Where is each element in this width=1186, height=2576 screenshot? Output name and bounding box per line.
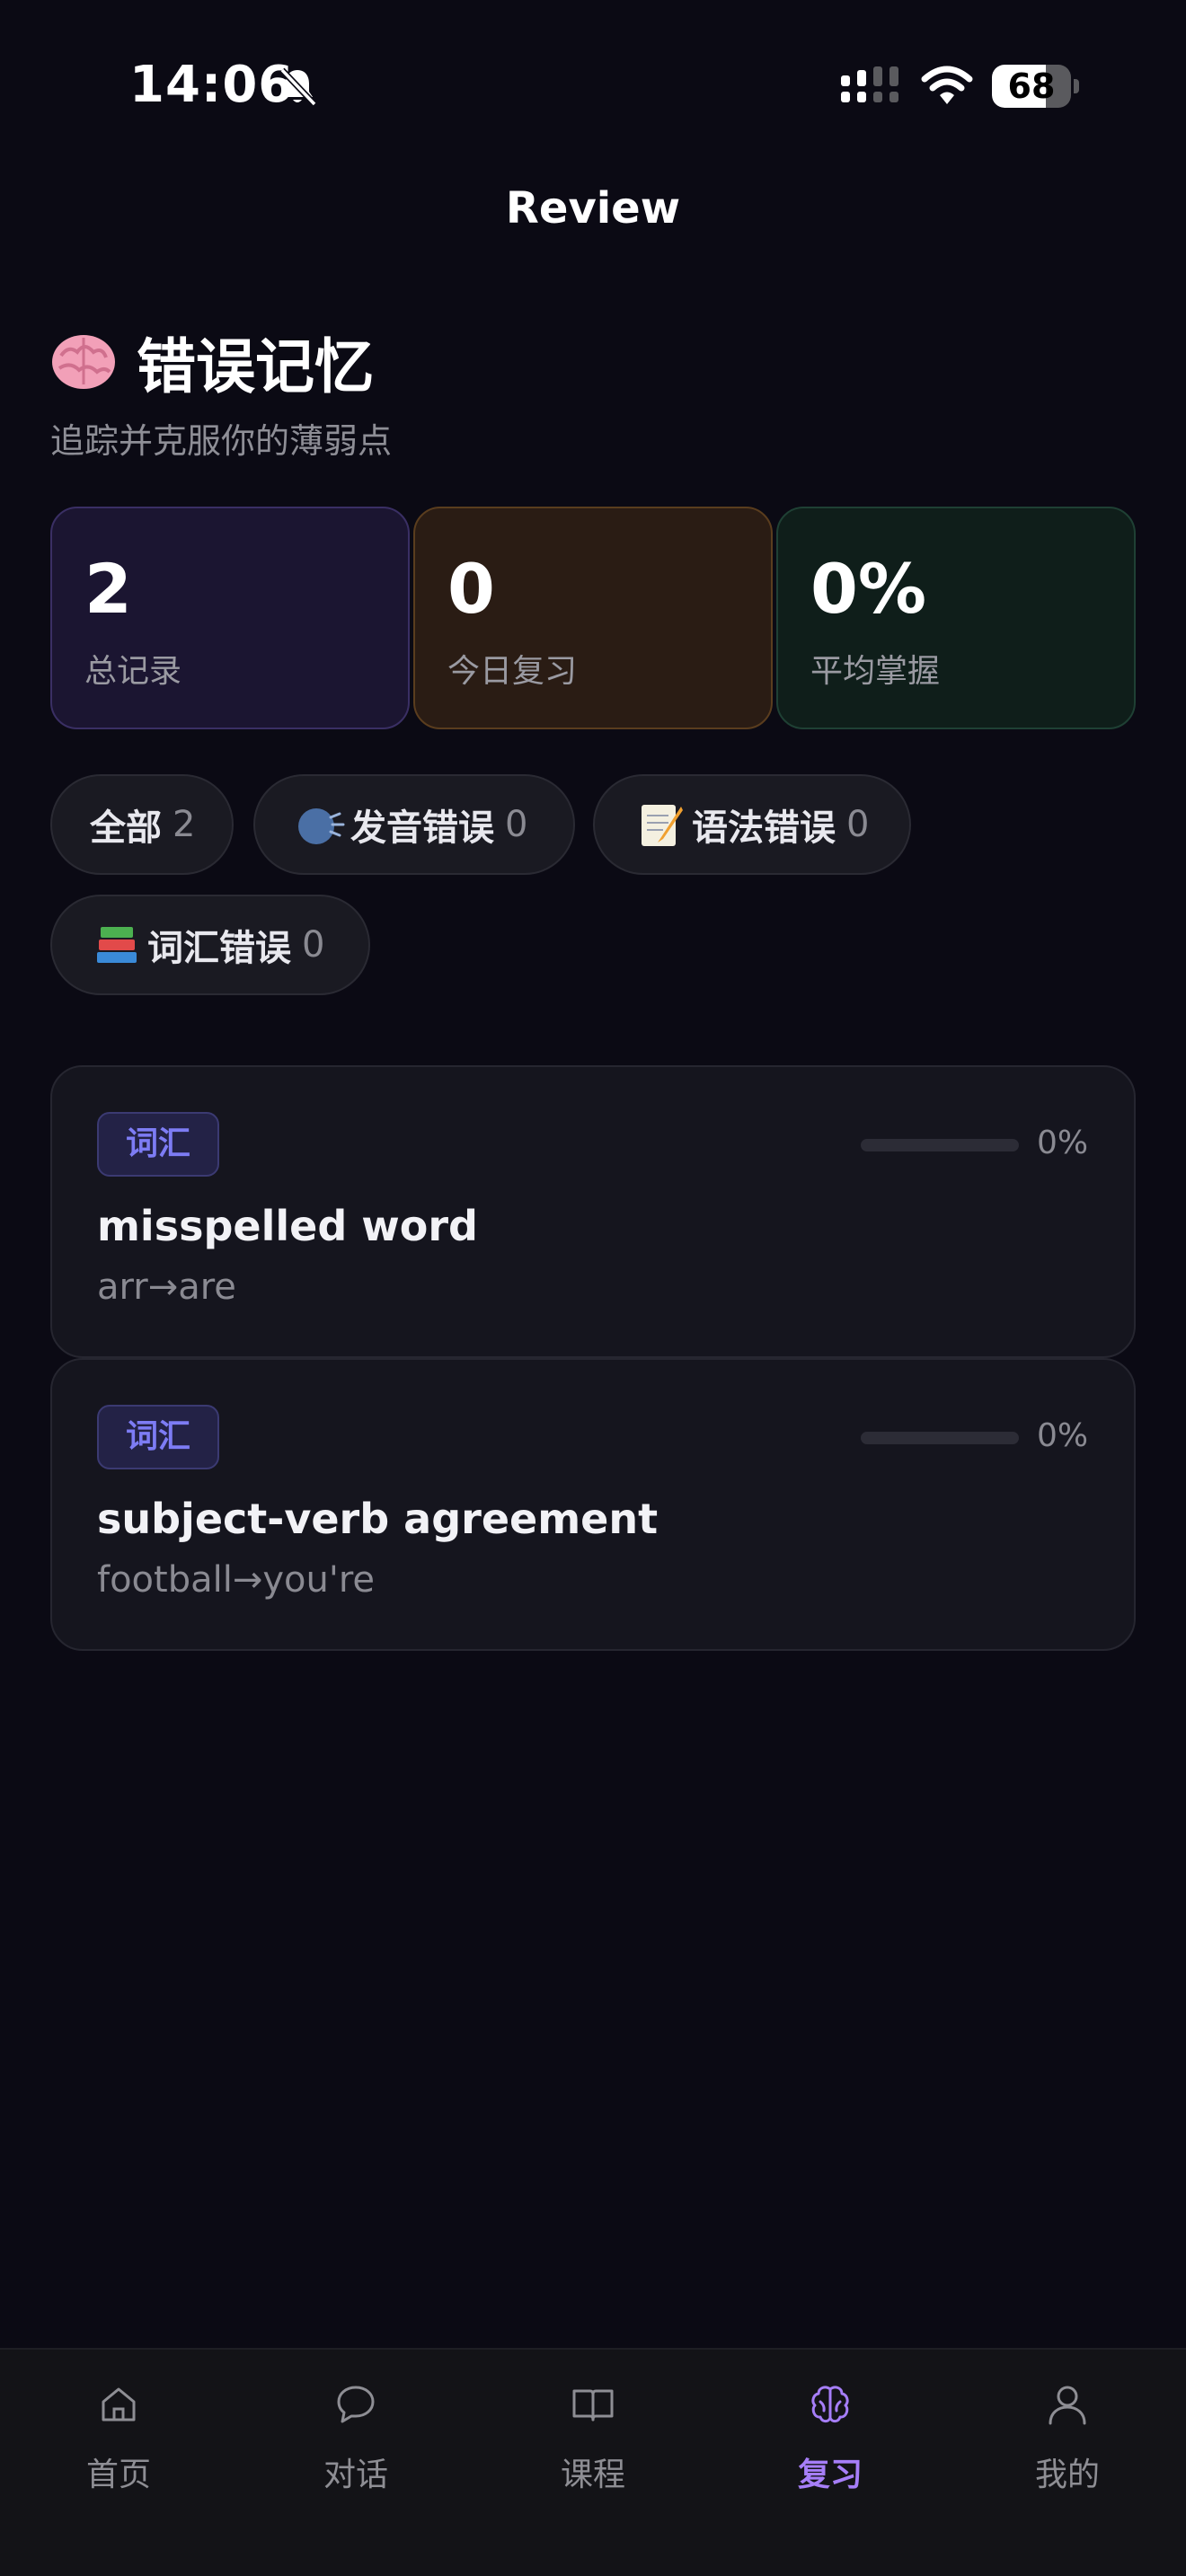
chip-label: 语法错误 (692, 807, 836, 849)
page-subtitle: 追踪并克服你的薄弱点 (50, 421, 393, 461)
chip-count: 0 (505, 804, 528, 845)
category-tag: 词汇 (97, 1112, 219, 1177)
bell-slash-icon (279, 67, 317, 107)
mastery-progress-bar (861, 1432, 1019, 1444)
book-open-icon (572, 2389, 614, 2422)
stat-value: 2 (84, 549, 132, 629)
status-time: 14:06 (129, 56, 295, 114)
chat-bubble-icon (337, 2386, 375, 2423)
stat-value: 0 (447, 549, 495, 629)
chip-count: 2 (173, 804, 196, 845)
home-icon (102, 2387, 136, 2422)
page-title-text: 错误记忆 (137, 332, 374, 401)
record-title: misspelled word (97, 1202, 478, 1250)
books-icon (97, 927, 137, 963)
filter-chip-pronunciation[interactable]: 发音错误 0 (253, 774, 575, 875)
category-tag: 词汇 (97, 1405, 219, 1469)
memo-icon (642, 805, 683, 846)
stat-label: 今日复习 (447, 653, 578, 690)
mastery-percent: 0% (1037, 1125, 1089, 1161)
mistake-record[interactable]: 词汇 0% subject-verb agreement football→yo… (50, 1358, 1136, 1651)
tab-label: 复习 (797, 2457, 863, 2493)
cellular-signal-icon (841, 66, 898, 102)
stat-card-total: 2 总记录 (50, 507, 410, 729)
tab-home[interactable]: 首页 (0, 2350, 237, 2576)
status-bar: 14:06 68 (0, 0, 1186, 171)
filter-chip-all[interactable]: 全部 2 (50, 774, 234, 875)
stat-card-today: 0 今日复习 (413, 507, 773, 729)
battery-level: 68 (1007, 66, 1056, 106)
tab-chat[interactable]: 对话 (237, 2350, 474, 2576)
page-header: 错误记忆 追踪并克服你的薄弱点 (50, 323, 1128, 463)
nav-title: Review (505, 183, 681, 234)
record-detail: arr→are (97, 1266, 236, 1308)
stat-label: 总记录 (84, 653, 182, 690)
stats-row: 2 总记录 0 今日复习 0% 平均掌握 (50, 507, 1136, 729)
stat-label: 平均掌握 (810, 653, 941, 690)
tab-bar: 首页 对话 课程 复习 我的 (0, 2348, 1186, 2576)
tab-profile[interactable]: 我的 (949, 2350, 1186, 2576)
wifi-icon (921, 66, 973, 104)
filter-chip-vocabulary[interactable]: 词汇错误 0 (50, 895, 370, 995)
filter-chip-grammar[interactable]: 语法错误 0 (593, 774, 911, 875)
tab-label: 课程 (560, 2457, 625, 2493)
chip-label: 全部 (90, 807, 162, 849)
speaking-head-icon (298, 808, 345, 844)
mastery-percent: 0% (1037, 1417, 1089, 1454)
chip-count: 0 (302, 924, 325, 966)
brain-icon (811, 2386, 849, 2423)
stat-card-mastery: 0% 平均掌握 (776, 507, 1136, 729)
page-title: 错误记忆 (50, 323, 1128, 401)
tab-review[interactable]: 复习 (712, 2350, 949, 2576)
battery-icon: 68 (992, 65, 1080, 108)
brain-emoji-icon (52, 335, 115, 389)
tab-label: 首页 (85, 2457, 151, 2493)
record-title: subject-verb agreement (97, 1495, 659, 1543)
review-screen: 14:06 68 Review 错误记忆 追踪并克服你的薄弱点 2 总记录 0 … (0, 0, 1186, 2576)
tab-label: 对话 (323, 2457, 388, 2493)
mastery-progress-bar (861, 1139, 1019, 1151)
chip-count: 0 (846, 804, 870, 845)
tab-courses[interactable]: 课程 (474, 2350, 712, 2576)
chip-label: 发音错误 (350, 807, 494, 849)
user-icon (1049, 2386, 1086, 2425)
mistake-record[interactable]: 词汇 0% misspelled word arr→are (50, 1065, 1136, 1358)
tab-label: 我的 (1034, 2457, 1100, 2493)
stat-value: 0% (810, 549, 927, 629)
chip-label: 词汇错误 (147, 928, 291, 969)
record-detail: football→you're (97, 1559, 376, 1601)
